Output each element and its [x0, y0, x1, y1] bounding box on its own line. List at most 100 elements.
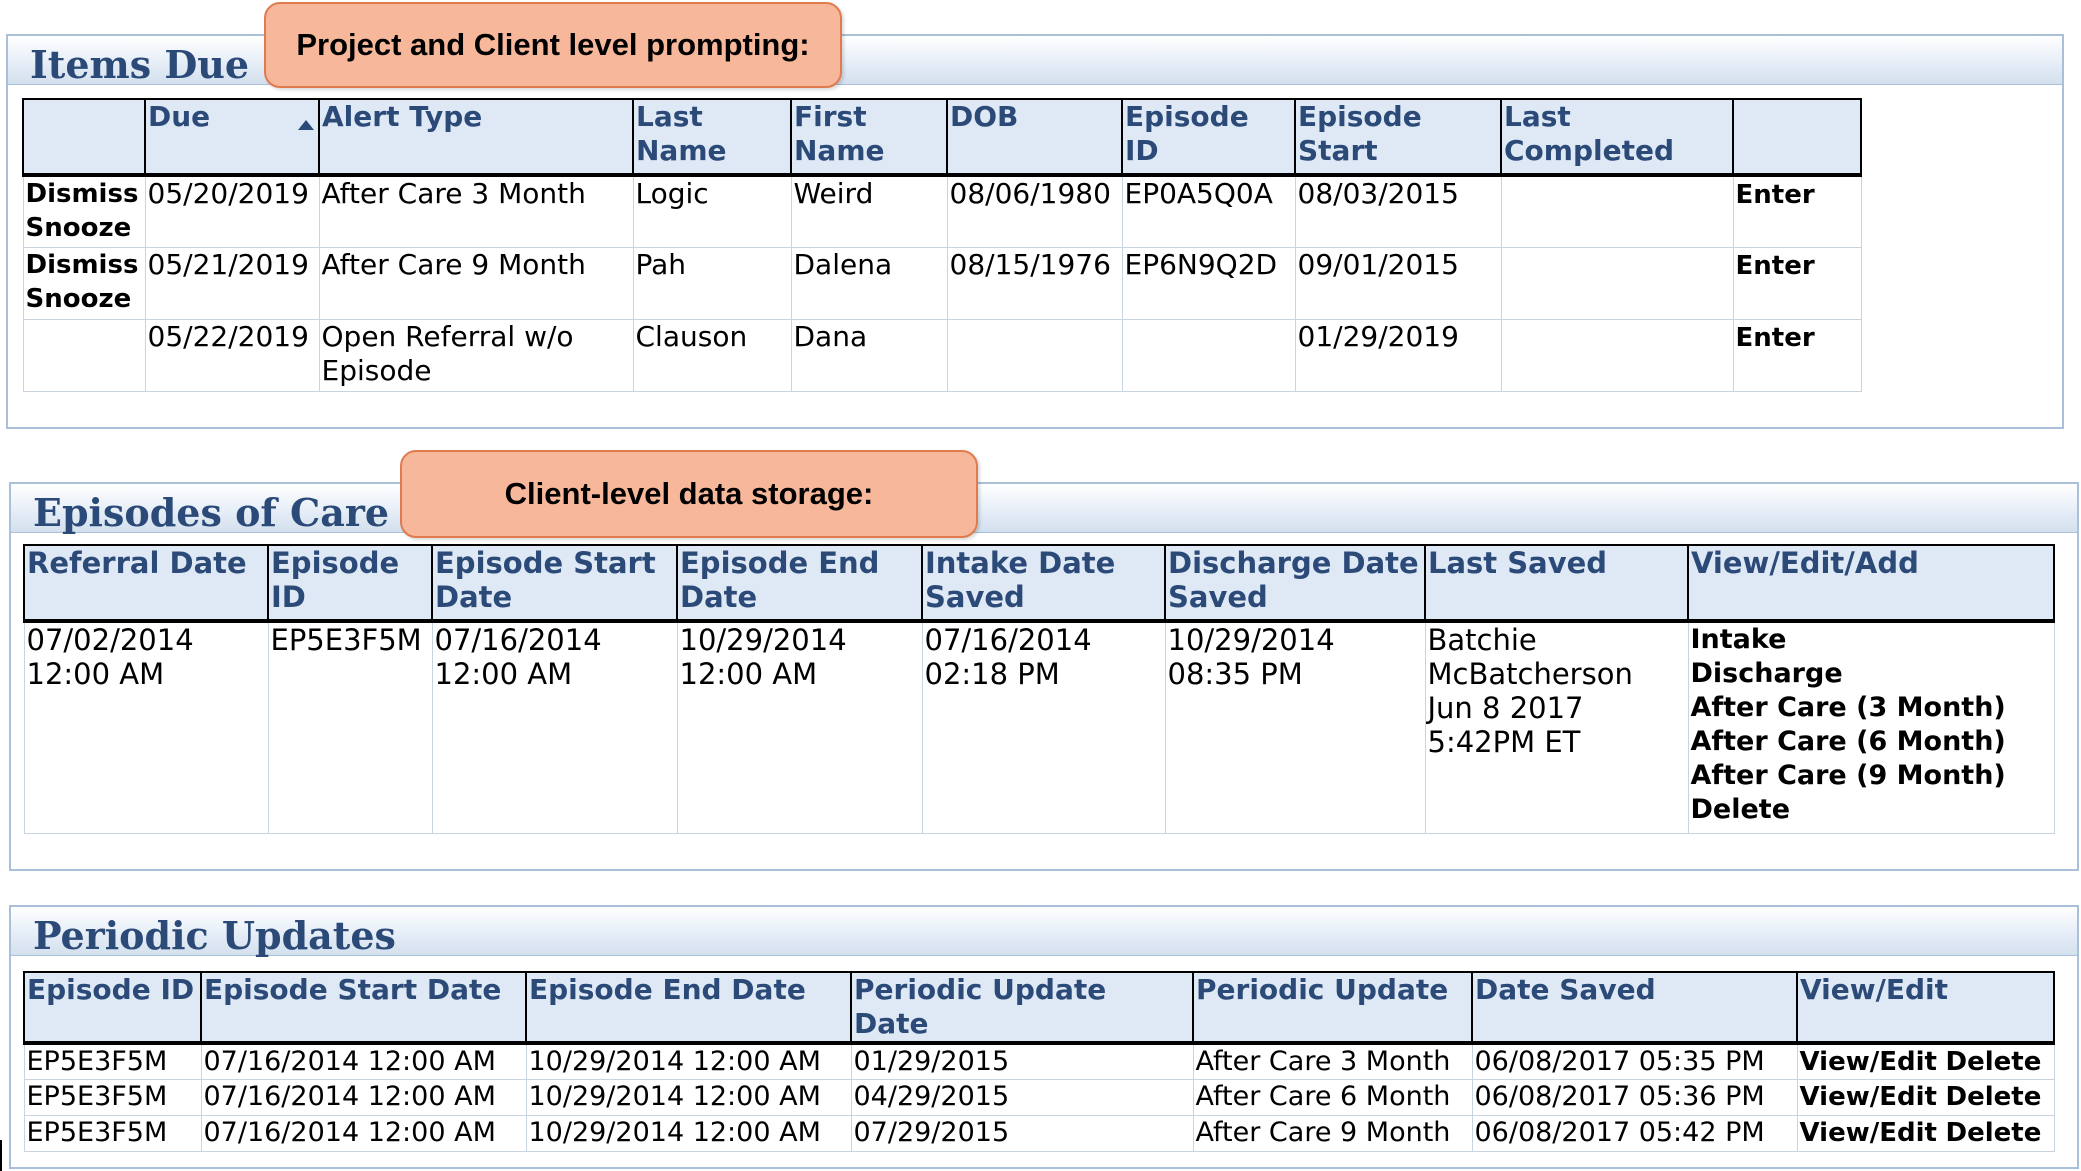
col-header-episode-end-date[interactable]: Episode End Date [676, 544, 923, 623]
after-care-9-month-link[interactable]: After Care (9 Month) [1691, 759, 2052, 793]
discharge-date-cell: 10/29/2014 08:35 PM [1164, 620, 1426, 834]
view-edit-cell: View/Edit Delete [1796, 1042, 2055, 1080]
col-header-episode-id[interactable]: Episode ID [267, 544, 433, 623]
episode-id-cell: EP5E3F5M [23, 1079, 202, 1116]
col-header-intake-date-saved[interactable]: Intake Date Saved [921, 544, 1166, 623]
periodic-updates-header: Periodic Updates [11, 907, 2077, 958]
last-completed-cell [1500, 318, 1734, 392]
sort-ascending-icon[interactable] [298, 120, 314, 130]
episode-start-cell: 07/16/2014 12:00 AM [431, 620, 678, 834]
view-edit-link[interactable]: View/Edit [1800, 1118, 1937, 1148]
last-name-cell: Logic [632, 174, 792, 248]
episodes-panel: Episodes of Care Referral Date Episode I… [9, 482, 2079, 871]
episode-id-cell: EP0A5Q0A [1121, 174, 1296, 248]
periodic-update-cell: After Care 9 Month [1192, 1115, 1473, 1152]
last-name-cell: Pah [632, 246, 792, 320]
col-header-episode-end-date[interactable]: Episode End Date [525, 971, 852, 1045]
delete-link[interactable]: Delete [1946, 1047, 2042, 1077]
date-saved-cell: 06/08/2017 05:36 PM [1471, 1079, 1798, 1116]
referral-date-cell: 07/02/2014 12:00 AM [23, 620, 269, 834]
enter-link[interactable]: Enter [1736, 251, 1815, 281]
delete-link[interactable]: Delete [1946, 1118, 2042, 1148]
col-header-episode-start-date[interactable]: Episode Start Date [431, 544, 678, 623]
episodes-header: Episodes of Care [11, 484, 2077, 535]
periodic-update-cell: After Care 6 Month [1192, 1079, 1473, 1116]
episode-end-cell: 10/29/2014 12:00 AM [525, 1115, 852, 1152]
dismiss-snooze-cell: Dismiss Snooze [22, 174, 146, 248]
episode-start-cell: 07/16/2014 12:00 AM [200, 1079, 527, 1116]
col-header-episode-id[interactable]: Episode ID [1121, 98, 1296, 177]
intake-date-cell: 07/16/2014 02:18 PM [921, 620, 1166, 834]
col-header-last-completed[interactable]: Last Completed [1500, 98, 1734, 177]
col-header-periodic-update[interactable]: Periodic Update [1192, 971, 1473, 1045]
episodes-callout: Client-level data storage: [400, 450, 978, 538]
intake-link[interactable]: Intake [1691, 623, 2052, 657]
periodic-update-cell: After Care 3 Month [1192, 1042, 1473, 1080]
table-row: EP5E3F5M 07/16/2014 12:00 AM 10/29/2014 … [23, 1115, 2055, 1152]
col-header-last-name[interactable]: Last Name [632, 98, 792, 177]
intake-date-text: 07/16/2014 [924, 623, 1092, 657]
snooze-link[interactable]: Snooze [26, 211, 143, 245]
view-edit-link[interactable]: View/Edit [1800, 1047, 1937, 1077]
end-date-text: 10/29/2014 [679, 623, 847, 657]
dob-cell [946, 318, 1123, 392]
view-edit-link[interactable]: View/Edit [1800, 1082, 1937, 1112]
episode-id-cell: EP5E3F5M [23, 1115, 202, 1152]
episode-end-cell: 10/29/2014 12:00 AM [525, 1079, 852, 1116]
snooze-link[interactable]: Snooze [26, 282, 143, 316]
episode-start-cell: 07/16/2014 12:00 AM [200, 1042, 527, 1080]
after-care-6-month-link[interactable]: After Care (6 Month) [1691, 725, 2052, 759]
last-saved-cell: Batchie McBatcherson Jun 8 2017 5:42PM E… [1424, 620, 1689, 834]
delete-link[interactable]: Delete [1691, 793, 2052, 827]
text-cursor-mark [0, 1140, 2, 1171]
referral-date-text: 07/02/2014 [26, 623, 194, 657]
col-header-referral-date[interactable]: Referral Date [23, 544, 269, 623]
episode-start-cell: 01/29/2019 [1294, 318, 1502, 392]
periodic-updates-title: Periodic Updates [33, 913, 396, 958]
episode-end-cell: 10/29/2014 12:00 AM [525, 1042, 852, 1080]
delete-link[interactable]: Delete [1946, 1082, 2042, 1112]
discharge-link[interactable]: Discharge [1691, 657, 2052, 691]
dismiss-snooze-cell: Dismiss Snooze [22, 246, 146, 320]
discharge-date-text: 10/29/2014 [1167, 623, 1335, 657]
first-name-cell: Dalena [790, 246, 948, 320]
enter-link[interactable]: Enter [1736, 180, 1815, 210]
col-header-view-edit: View/Edit [1796, 971, 2055, 1045]
episode-start-cell: 08/03/2015 [1294, 174, 1502, 248]
after-care-3-month-link[interactable]: After Care (3 Month) [1691, 691, 2052, 725]
col-header-dob[interactable]: DOB [946, 98, 1123, 177]
periodic-update-date-cell: 07/29/2015 [850, 1115, 1194, 1152]
first-name-cell: Weird [790, 174, 948, 248]
end-time-text: 12:00 AM [679, 657, 818, 691]
col-header-alert-type[interactable]: Alert Type [318, 98, 634, 177]
first-name-cell: Dana [790, 318, 948, 392]
date-saved-cell: 06/08/2017 05:35 PM [1471, 1042, 1798, 1080]
col-header-episode-start-date[interactable]: Episode Start Date [200, 971, 527, 1045]
col-header-episode-id[interactable]: Episode ID [23, 971, 202, 1045]
col-header-periodic-update-date[interactable]: Periodic Update Date [850, 971, 1194, 1045]
view-edit-add-cell: Intake Discharge After Care (3 Month) Af… [1687, 620, 2055, 834]
dismiss-link[interactable]: Dismiss [26, 248, 143, 282]
col-header-discharge-date-saved[interactable]: Discharge Date Saved [1164, 544, 1426, 623]
items-due-title: Items Due [30, 42, 250, 87]
dob-cell: 08/15/1976 [946, 246, 1123, 320]
episode-end-cell: 10/29/2014 12:00 AM [676, 620, 923, 834]
col-header-date-saved[interactable]: Date Saved [1471, 971, 1798, 1045]
last-saved-line: Batchie [1427, 623, 1537, 657]
table-row: Dismiss Snooze 05/21/2019 After Care 9 M… [22, 246, 1862, 320]
col-header-first-name[interactable]: First Name [790, 98, 948, 177]
col-header-due[interactable]: Due [144, 98, 320, 177]
col-header-last-saved[interactable]: Last Saved [1424, 544, 1689, 623]
dismiss-snooze-cell [22, 318, 146, 392]
items-due-table: Due Alert Type Last Name First Name DOB … [22, 98, 1862, 392]
due-cell: 05/21/2019 [144, 246, 320, 320]
last-saved-line: 5:42PM ET [1427, 725, 1581, 759]
dismiss-link[interactable]: Dismiss [26, 177, 143, 211]
episode-id-cell [1121, 318, 1296, 392]
col-header-episode-start[interactable]: Episode Start [1294, 98, 1502, 177]
episode-start-cell: 07/16/2014 12:00 AM [200, 1115, 527, 1152]
action-cell: Enter [1732, 318, 1862, 392]
intake-time-text: 02:18 PM [924, 657, 1060, 691]
enter-link[interactable]: Enter [1736, 323, 1815, 353]
episode-id-cell: EP6N9Q2D [1121, 246, 1296, 320]
